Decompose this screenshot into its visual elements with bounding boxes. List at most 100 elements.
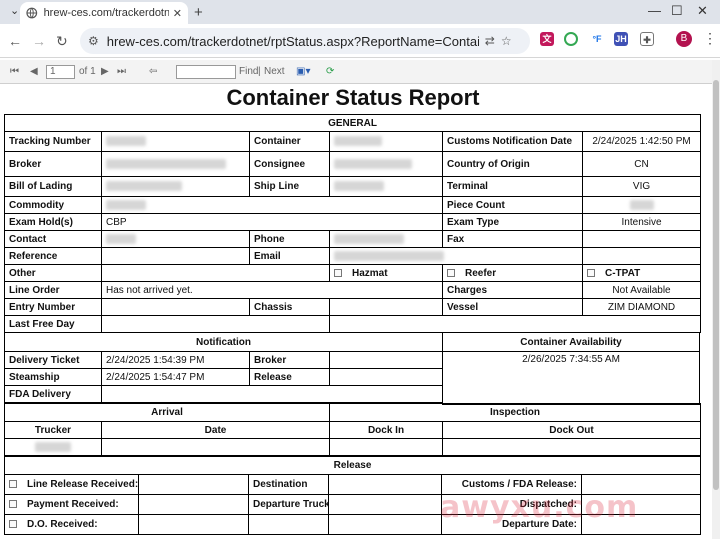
arrival-table: Arrival Trucker Date (4, 403, 330, 456)
notification-broker-value (329, 351, 443, 369)
extension-icon-4[interactable]: JH (614, 32, 628, 46)
email-label: Email (249, 247, 330, 265)
forward-arrow-icon[interactable]: → (32, 33, 46, 49)
exam-type-label: Exam Type (442, 213, 583, 231)
trucker-label: Trucker (4, 421, 102, 439)
url-text[interactable]: hrew-ces.com/trackerdotnet/rptStatus.asp… (107, 34, 479, 49)
reload-icon[interactable]: ↻ (56, 33, 68, 50)
dock-in-label: Dock In (329, 421, 443, 439)
email-spacer (581, 247, 702, 265)
minimize-button[interactable]: — (648, 3, 661, 18)
container-value (329, 131, 443, 152)
browser-tab[interactable]: hrew-ces.com/trackerdotnet/ ✕ (20, 2, 188, 24)
general-header: GENERAL (3, 114, 702, 132)
address-bar[interactable]: ⚙ hrew-ces.com/trackerdotnet/rptStatus.a… (80, 28, 530, 54)
tracking-number-label: Tracking Number (4, 131, 102, 152)
reefer-field: Reefer (442, 264, 583, 282)
hazmat-checkbox[interactable] (334, 268, 342, 277)
line-release-field: Line Release Received: (4, 474, 139, 495)
first-page-icon[interactable]: ⏮ (10, 66, 19, 77)
payment-label: Payment Received: (27, 499, 119, 510)
delivery-ticket-value: 2/24/2025 1:54:39 PM (101, 351, 250, 369)
release-spacer-1 (248, 514, 329, 535)
consignee-value (329, 151, 443, 177)
payment-field: Payment Received: (4, 494, 139, 515)
reference-label: Reference (4, 247, 102, 265)
extension-icon-2[interactable] (564, 32, 578, 46)
contact-value (101, 230, 250, 248)
customs-notification-date-label: Customs Notification Date (442, 131, 583, 152)
next-link[interactable]: Next (264, 66, 285, 77)
do-label: D.O. Received: (27, 519, 98, 530)
piece-count-label: Piece Count (442, 196, 583, 214)
commodity-label: Commodity (4, 196, 102, 214)
vertical-scrollbar[interactable] (712, 60, 720, 539)
consignee-label: Consignee (249, 151, 330, 177)
exam-holds-label: Exam Hold(s) (4, 213, 102, 231)
find-link[interactable]: Find (239, 66, 258, 77)
browser-toolbar: ← → ↻ ⚙ hrew-ces.com/trackerdotnet/rptSt… (0, 24, 720, 58)
departure-truck-value (328, 494, 442, 515)
new-tab-button[interactable]: + (194, 4, 203, 21)
do-checkbox[interactable] (9, 520, 17, 529)
arrival-date-value (101, 438, 330, 456)
inspection-header: Inspection (328, 403, 702, 422)
charges-value: Not Available (581, 281, 702, 299)
trucker-value (4, 438, 102, 456)
find-input[interactable] (176, 65, 236, 79)
payment-checkbox[interactable] (9, 500, 17, 509)
tab-search-icon[interactable]: ⌄ (10, 4, 19, 17)
do-field: D.O. Received: (4, 514, 139, 535)
extensions-puzzle-icon[interactable]: ✚ (640, 32, 654, 46)
next-page-icon[interactable]: ▶ (101, 66, 109, 77)
phone-value (329, 230, 443, 248)
reference-value (101, 247, 250, 265)
line-release-checkbox[interactable] (9, 480, 17, 489)
page-count: of 1 (79, 66, 96, 77)
browser-tab-bar: ⌄ hrew-ces.com/trackerdotnet/ ✕ + — ☐ ✕ (0, 0, 720, 24)
extension-icon-3[interactable]: °F (590, 32, 604, 46)
notification-table: Notification Delivery Ticket 2/24/2025 1… (4, 332, 443, 403)
chassis-label: Chassis (249, 298, 330, 316)
page-number-input[interactable]: 1 (46, 65, 75, 79)
ship-line-value (329, 176, 443, 197)
line-order-label: Line Order (4, 281, 102, 299)
reefer-checkbox[interactable] (447, 268, 455, 277)
dock-out-label: Dock Out (441, 421, 702, 439)
ctpat-checkbox[interactable] (587, 268, 595, 277)
scrollbar-thumb[interactable] (713, 80, 719, 490)
release-header: Release (3, 456, 702, 475)
notification-release-label: Release (249, 368, 330, 386)
broker-label: Broker (4, 151, 102, 177)
site-info-icon[interactable]: ⚙ (88, 34, 99, 48)
close-window-button[interactable]: ✕ (697, 3, 708, 19)
avatar[interactable]: B (676, 31, 692, 47)
terminal-value: VIG (581, 176, 702, 197)
last-page-icon[interactable]: ⏭ (117, 66, 126, 77)
maximize-button[interactable]: ☐ (671, 3, 683, 19)
ctpat-label: C-TPAT (605, 267, 641, 279)
line-release-value (138, 474, 249, 495)
terminal-label: Terminal (442, 176, 583, 197)
country-of-origin-value: CN (581, 151, 702, 177)
export-icon[interactable]: ▣▾ (296, 66, 310, 77)
back-to-parent-icon[interactable]: ⇦ (149, 66, 157, 77)
dock-out-value (441, 438, 702, 456)
line-release-label: Line Release Received: (27, 479, 139, 490)
refresh-icon[interactable]: ⟳ (326, 66, 334, 77)
last-free-day-value (101, 315, 330, 333)
back-arrow-icon[interactable]: ← (8, 33, 22, 49)
bill-of-lading-value (101, 176, 250, 197)
entry-number-value (101, 298, 250, 316)
exam-type-value: Intensive (581, 213, 702, 231)
menu-kebab-icon[interactable]: ⋮ (703, 30, 717, 47)
inspection-table: Inspection Dock In Dock Out (328, 403, 702, 456)
previous-page-icon[interactable]: ◀ (30, 66, 38, 77)
notification-broker-label: Broker (249, 351, 330, 369)
tab-close-icon[interactable]: ✕ (173, 7, 182, 20)
vessel-label: Vessel (442, 298, 583, 316)
translate-icon[interactable]: ⇄ (485, 34, 495, 48)
bookmark-star-icon[interactable]: ☆ (501, 34, 512, 48)
extension-icon-1[interactable]: 文 (540, 32, 554, 46)
do-value (138, 514, 249, 535)
